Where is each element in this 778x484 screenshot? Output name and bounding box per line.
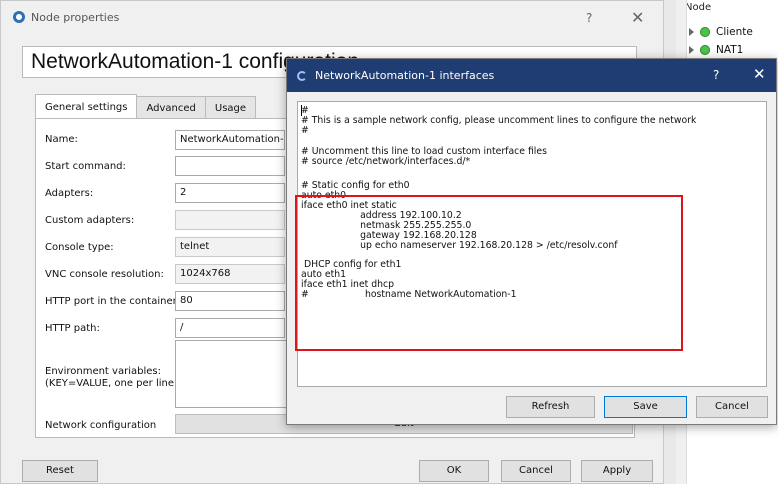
reset-button[interactable]: Reset (22, 460, 98, 482)
code-line: # (301, 125, 309, 136)
custom-adapters-button[interactable] (175, 210, 285, 230)
expand-arrow-icon[interactable] (689, 28, 694, 36)
tab-usage[interactable]: Usage (204, 96, 257, 119)
code-line: # hostname NetworkAutomation-1 (301, 289, 517, 300)
console-type-label: Console type: (45, 242, 114, 253)
network-config-label: Network configuration (45, 420, 157, 431)
gns3-logo-icon (13, 11, 25, 23)
start-command-label: Start command: (45, 161, 126, 172)
status-dot-icon (700, 27, 710, 37)
http-path-input[interactable]: / (175, 318, 285, 338)
apply-button[interactable]: Apply (581, 460, 653, 482)
interfaces-text-editor[interactable]: # # This is a sample network config, plea… (297, 101, 767, 387)
http-port-label: HTTP port in the container: (45, 296, 180, 307)
vnc-resolution-label: VNC console resolution: (45, 269, 164, 280)
code-line: # This is a sample network config, pleas… (301, 115, 697, 126)
save-button[interactable]: Save (604, 396, 687, 418)
code-line: # source /etc/network/interfaces.d/* (301, 156, 471, 167)
ok-button[interactable]: OK (419, 460, 489, 482)
http-port-spinbox[interactable]: 80 (175, 291, 285, 311)
env-variables-label: Environment variables: (45, 366, 161, 377)
name-input[interactable]: NetworkAutomation-1 (175, 130, 285, 150)
http-path-label: HTTP path: (45, 323, 100, 334)
settings-tabs: General settings Advanced Usage (35, 94, 257, 119)
refresh-button[interactable]: Refresh (506, 396, 595, 418)
expand-arrow-icon[interactable] (689, 46, 694, 54)
adapters-label: Adapters: (45, 188, 94, 199)
node-item-nat1[interactable]: NAT1 (689, 42, 743, 58)
window-title: Node properties (31, 10, 120, 24)
close-button[interactable]: ✕ (753, 65, 766, 83)
node-item-label: NAT1 (716, 44, 744, 56)
env-variables-hint: (KEY=VALUE, one per line) (45, 378, 178, 389)
dialog-title: NetworkAutomation-1 interfaces (315, 69, 495, 82)
close-button[interactable]: ✕ (631, 8, 644, 27)
console-type-select[interactable]: telnet (175, 237, 285, 257)
node-item-label: Cliente (716, 26, 753, 38)
interfaces-dialog: NetworkAutomation-1 interfaces ? ✕ # # Th… (286, 58, 777, 425)
window-titlebar: Node properties ? ✕ (1, 1, 663, 33)
env-variables-textarea[interactable] (175, 340, 287, 408)
tab-general-settings[interactable]: General settings (35, 94, 138, 119)
name-label: Name: (45, 134, 78, 145)
app-logo-icon (297, 70, 307, 81)
code-line: up echo nameserver 192.168.20.128 > /etc… (301, 240, 618, 251)
start-command-input[interactable] (175, 156, 285, 176)
node-item-cliente[interactable]: Cliente (689, 24, 753, 40)
help-button[interactable]: ? (713, 68, 719, 82)
adapters-spinbox[interactable]: 2 (175, 183, 285, 203)
vnc-resolution-select[interactable]: 1024x768 (175, 264, 285, 284)
custom-adapters-label: Custom adapters: (45, 215, 135, 226)
status-dot-icon (700, 45, 710, 55)
node-list-header: Node (685, 2, 712, 13)
tab-advanced[interactable]: Advanced (136, 96, 206, 119)
dialog-cancel-button[interactable]: Cancel (696, 396, 768, 418)
cancel-button[interactable]: Cancel (501, 460, 571, 482)
help-button[interactable]: ? (586, 11, 592, 25)
dialog-titlebar: NetworkAutomation-1 interfaces ? ✕ (287, 59, 776, 92)
